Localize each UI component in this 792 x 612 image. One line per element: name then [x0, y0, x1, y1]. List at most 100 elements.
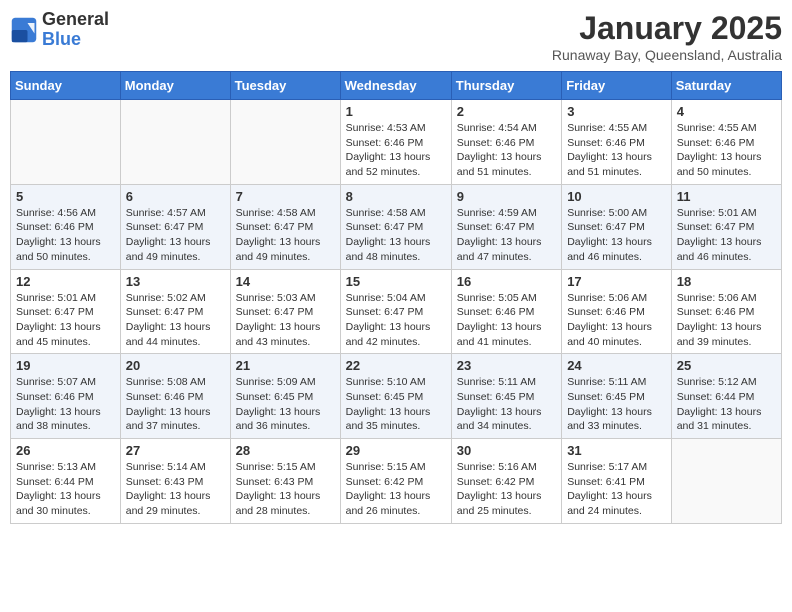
- day-info: Sunrise: 5:10 AM Sunset: 6:45 PM Dayligh…: [346, 375, 446, 434]
- day-info: Sunrise: 5:08 AM Sunset: 6:46 PM Dayligh…: [126, 375, 225, 434]
- day-number: 20: [126, 358, 225, 373]
- day-info: Sunrise: 4:53 AM Sunset: 6:46 PM Dayligh…: [346, 121, 446, 180]
- day-cell-26: 26Sunrise: 5:13 AM Sunset: 6:44 PM Dayli…: [11, 439, 121, 524]
- day-number: 21: [236, 358, 335, 373]
- day-cell-9: 9 Sunrise: 4:59 AM Sunset: 6:47 PM Daylig…: [451, 184, 561, 269]
- day-number: 1: [346, 104, 446, 119]
- weekday-wednesday: Wednesday: [340, 72, 451, 100]
- logo-blue-text: Blue: [42, 29, 81, 49]
- day-cell-31: 31 Sunrise: 5:17 AM Sunset: 6:41 PM Dayli…: [562, 439, 672, 524]
- day-cell-25: 25 Sunrise: 5:12 AM Sunset: 6:44 PM Dayli…: [671, 354, 781, 439]
- day-info: Sunrise: 5:11 AM Sunset: 6:45 PM Dayligh…: [567, 375, 666, 434]
- day-info: Sunrise: 5:17 AM Sunset: 6:41 PM Dayligh…: [567, 460, 666, 519]
- day-cell-11: 11 Sunrise: 5:01 AM Sunset: 6:47 PM Dayli…: [671, 184, 781, 269]
- day-info: Sunrise: 5:15 AM Sunset: 6:42 PM Dayligh…: [346, 460, 446, 519]
- page-header: General Blue January 2025 Runaway Bay, Q…: [10, 10, 782, 63]
- empty-cell: [120, 100, 230, 185]
- day-cell-13: 13 Sunrise: 5:02 AM Sunset: 6:47 PM Dayli…: [120, 269, 230, 354]
- day-cell-3: 3 Sunrise: 4:55 AM Sunset: 6:46 PM Daylig…: [562, 100, 672, 185]
- weekday-saturday: Saturday: [671, 72, 781, 100]
- day-number: 12: [16, 274, 115, 289]
- day-info: Sunrise: 4:58 AM Sunset: 6:47 PM Dayligh…: [346, 206, 446, 265]
- logo: General Blue: [10, 10, 109, 50]
- day-number: 24: [567, 358, 666, 373]
- day-cell-28: 28Sunrise: 5:15 AM Sunset: 6:43 PM Dayli…: [230, 439, 340, 524]
- day-cell-16: 16 Sunrise: 5:05 AM Sunset: 6:46 PM Dayli…: [451, 269, 561, 354]
- day-info: Sunrise: 5:14 AM Sunset: 6:43 PM Dayligh…: [126, 460, 225, 519]
- day-number: 13: [126, 274, 225, 289]
- day-number: 8: [346, 189, 446, 204]
- empty-cell: [671, 439, 781, 524]
- day-number: 10: [567, 189, 666, 204]
- day-info: Sunrise: 5:03 AM Sunset: 6:47 PM Dayligh…: [236, 291, 335, 350]
- day-cell-20: 20 Sunrise: 5:08 AM Sunset: 6:46 PM Dayli…: [120, 354, 230, 439]
- day-cell-1: 1 Sunrise: 4:53 AM Sunset: 6:46 PM Daylig…: [340, 100, 451, 185]
- day-number: 27: [126, 443, 225, 458]
- day-info: Sunrise: 5:16 AM Sunset: 6:42 PM Dayligh…: [457, 460, 556, 519]
- day-info: Sunrise: 5:09 AM Sunset: 6:45 PM Dayligh…: [236, 375, 335, 434]
- day-info: Sunrise: 4:57 AM Sunset: 6:47 PM Dayligh…: [126, 206, 225, 265]
- day-info: Sunrise: 5:01 AM Sunset: 6:47 PM Dayligh…: [677, 206, 776, 265]
- day-number: 25: [677, 358, 776, 373]
- day-cell-19: 19 Sunrise: 5:07 AM Sunset: 6:46 PM Dayli…: [11, 354, 121, 439]
- day-info: Sunrise: 5:01 AM Sunset: 6:47 PM Dayligh…: [16, 291, 115, 350]
- logo-icon: [10, 16, 38, 44]
- day-cell-14: 14 Sunrise: 5:03 AM Sunset: 6:47 PM Dayli…: [230, 269, 340, 354]
- day-number: 18: [677, 274, 776, 289]
- day-cell-5: 5Sunrise: 4:56 AM Sunset: 6:46 PM Daylig…: [11, 184, 121, 269]
- day-number: 6: [126, 189, 225, 204]
- day-cell-15: 15Sunrise: 5:04 AM Sunset: 6:47 PM Dayli…: [340, 269, 451, 354]
- day-number: 15: [346, 274, 446, 289]
- day-number: 31: [567, 443, 666, 458]
- day-cell-4: 4 Sunrise: 4:55 AM Sunset: 6:46 PM Daylig…: [671, 100, 781, 185]
- day-cell-6: 6 Sunrise: 4:57 AM Sunset: 6:47 PM Daylig…: [120, 184, 230, 269]
- weekday-monday: Monday: [120, 72, 230, 100]
- day-cell-23: 23Sunrise: 5:11 AM Sunset: 6:45 PM Dayli…: [451, 354, 561, 439]
- title-block: January 2025 Runaway Bay, Queensland, Au…: [552, 10, 782, 63]
- day-info: Sunrise: 5:07 AM Sunset: 6:46 PM Dayligh…: [16, 375, 115, 434]
- day-info: Sunrise: 4:59 AM Sunset: 6:47 PM Dayligh…: [457, 206, 556, 265]
- day-info: Sunrise: 5:00 AM Sunset: 6:47 PM Dayligh…: [567, 206, 666, 265]
- day-cell-29: 29Sunrise: 5:15 AM Sunset: 6:42 PM Dayli…: [340, 439, 451, 524]
- day-number: 4: [677, 104, 776, 119]
- day-info: Sunrise: 5:02 AM Sunset: 6:47 PM Dayligh…: [126, 291, 225, 350]
- day-info: Sunrise: 5:12 AM Sunset: 6:44 PM Dayligh…: [677, 375, 776, 434]
- day-number: 19: [16, 358, 115, 373]
- day-info: Sunrise: 5:15 AM Sunset: 6:43 PM Dayligh…: [236, 460, 335, 519]
- day-info: Sunrise: 4:56 AM Sunset: 6:46 PM Dayligh…: [16, 206, 115, 265]
- day-cell-18: 18Sunrise: 5:06 AM Sunset: 6:46 PM Dayli…: [671, 269, 781, 354]
- week-row-5: 26Sunrise: 5:13 AM Sunset: 6:44 PM Dayli…: [11, 439, 782, 524]
- day-number: 30: [457, 443, 556, 458]
- logo-general-text: General: [42, 9, 109, 29]
- day-number: 11: [677, 189, 776, 204]
- weekday-friday: Friday: [562, 72, 672, 100]
- month-title: January 2025: [552, 10, 782, 47]
- day-cell-30: 30 Sunrise: 5:16 AM Sunset: 6:42 PM Dayli…: [451, 439, 561, 524]
- day-cell-7: 7 Sunrise: 4:58 AM Sunset: 6:47 PM Daylig…: [230, 184, 340, 269]
- day-info: Sunrise: 5:05 AM Sunset: 6:46 PM Dayligh…: [457, 291, 556, 350]
- day-cell-27: 27 Sunrise: 5:14 AM Sunset: 6:43 PM Dayli…: [120, 439, 230, 524]
- day-info: Sunrise: 5:13 AM Sunset: 6:44 PM Dayligh…: [16, 460, 115, 519]
- empty-cell: [11, 100, 121, 185]
- empty-cell: [230, 100, 340, 185]
- day-number: 3: [567, 104, 666, 119]
- day-number: 22: [346, 358, 446, 373]
- week-row-3: 12 Sunrise: 5:01 AM Sunset: 6:47 PM Dayli…: [11, 269, 782, 354]
- weekday-thursday: Thursday: [451, 72, 561, 100]
- day-number: 7: [236, 189, 335, 204]
- day-info: Sunrise: 4:58 AM Sunset: 6:47 PM Dayligh…: [236, 206, 335, 265]
- calendar: SundayMondayTuesdayWednesdayThursdayFrid…: [10, 71, 782, 524]
- weekday-header-row: SundayMondayTuesdayWednesdayThursdayFrid…: [11, 72, 782, 100]
- day-cell-21: 21 Sunrise: 5:09 AM Sunset: 6:45 PM Dayli…: [230, 354, 340, 439]
- day-info: Sunrise: 4:55 AM Sunset: 6:46 PM Dayligh…: [567, 121, 666, 180]
- day-number: 23: [457, 358, 556, 373]
- day-number: 14: [236, 274, 335, 289]
- day-number: 9: [457, 189, 556, 204]
- day-cell-12: 12 Sunrise: 5:01 AM Sunset: 6:47 PM Dayli…: [11, 269, 121, 354]
- day-cell-17: 17Sunrise: 5:06 AM Sunset: 6:46 PM Dayli…: [562, 269, 672, 354]
- day-info: Sunrise: 4:55 AM Sunset: 6:46 PM Dayligh…: [677, 121, 776, 180]
- location: Runaway Bay, Queensland, Australia: [552, 47, 782, 63]
- week-row-4: 19 Sunrise: 5:07 AM Sunset: 6:46 PM Dayli…: [11, 354, 782, 439]
- day-number: 2: [457, 104, 556, 119]
- day-number: 16: [457, 274, 556, 289]
